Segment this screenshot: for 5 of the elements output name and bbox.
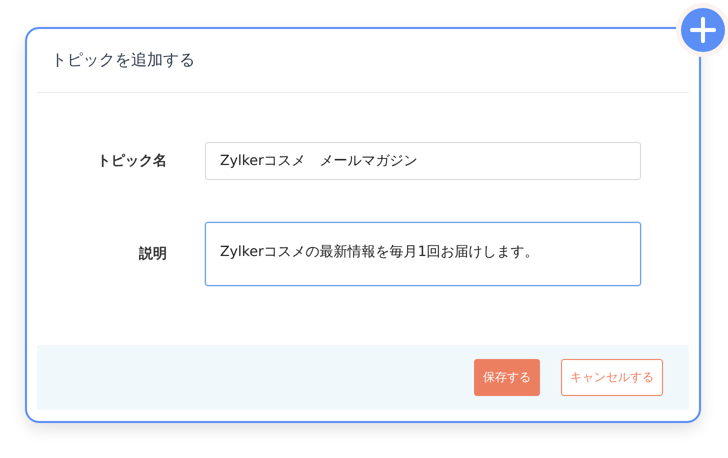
field-label: 説明 — [138, 245, 167, 263]
input-field[interactable]: Zylkerコスメ メールマガジン — [205, 142, 641, 180]
dialog-title: トピックを追加する — [51, 50, 195, 71]
field-label: トピック名 — [96, 152, 167, 170]
description-field[interactable]: Zylkerコスメの最新情報を毎月1回お届けします。 — [205, 222, 641, 286]
